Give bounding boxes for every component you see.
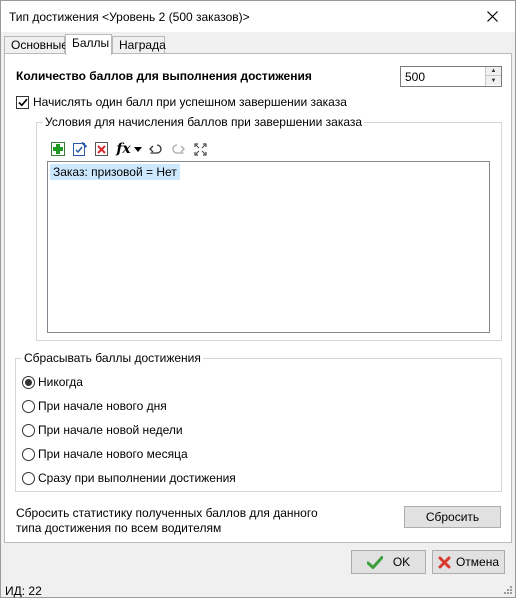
radio-button[interactable] (22, 447, 35, 461)
award-on-completion-label: Начислять один балл при успешном заверше… (33, 95, 347, 109)
radio-label: Сразу при выполнении достижения (38, 471, 236, 485)
redo-icon (172, 144, 185, 154)
tab-panel-points: Количество баллов для выполнения достиже… (4, 53, 512, 543)
conditions-toolbar: fx (47, 139, 211, 159)
reset-stats-button[interactable]: Сбросить (404, 506, 501, 528)
status-id: ИД: 22 (5, 584, 42, 598)
tab-label: Основные (11, 38, 68, 52)
window-title: Тип достижения <Уровень 2 (500 заказов)> (9, 10, 250, 24)
cancel-icon (438, 556, 451, 568)
radio-button[interactable] (22, 423, 35, 437)
expand-icon (193, 142, 207, 156)
tab-label: Награда (119, 38, 166, 52)
points-spinbox[interactable]: 500 ▲ ▼ (400, 66, 502, 87)
condition-item[interactable]: Заказ: призовой = Нет (50, 164, 180, 180)
delete-condition-button[interactable] (91, 139, 113, 159)
fx-menu-button[interactable]: fx (113, 139, 145, 159)
close-icon (486, 11, 498, 22)
checkmark-icon (17, 98, 28, 106)
spin-up-button[interactable]: ▲ (486, 67, 501, 76)
reset-stats-text: Сбросить статистику полученных баллов дл… (16, 506, 318, 535)
redo-button[interactable] (167, 139, 189, 159)
tab-label: Баллы (72, 36, 110, 50)
fx-label: fx (116, 141, 131, 157)
undo-icon (149, 144, 162, 154)
expand-button[interactable] (189, 139, 211, 159)
delete-icon (95, 142, 108, 156)
radio-selected-dot (25, 378, 32, 386)
radio-new-day[interactable]: При начале нового дня (22, 399, 167, 413)
conditions-caption: Условия для начисления баллов при заверш… (43, 115, 365, 129)
award-on-completion-row[interactable]: Начислять один балл при успешном заверше… (16, 95, 347, 109)
spin-down-button[interactable]: ▼ (486, 76, 501, 85)
points-value[interactable]: 500 (405, 70, 425, 84)
chevron-down-icon (133, 146, 142, 152)
cancel-button[interactable]: Отмена (432, 550, 505, 574)
add-condition-button[interactable] (47, 139, 69, 159)
conditions-list[interactable]: Заказ: призовой = Нет (47, 161, 490, 333)
reset-points-caption: Сбрасывать баллы достижения (22, 351, 203, 365)
spin-buttons: ▲ ▼ (485, 67, 501, 86)
radio-new-week[interactable]: При начале новой недели (22, 423, 183, 437)
edit-condition-button[interactable] (69, 139, 91, 159)
radio-button[interactable] (22, 399, 35, 413)
ok-label: OK (392, 555, 411, 569)
ok-button[interactable]: OK (351, 550, 426, 574)
tab-general[interactable]: Основные (4, 36, 68, 54)
tab-points[interactable]: Баллы (65, 34, 112, 55)
conditions-group: Условия для начисления баллов при заверш… (36, 115, 502, 341)
edit-icon (73, 142, 87, 156)
close-button[interactable] (469, 1, 515, 32)
radio-label: При начале нового дня (38, 399, 167, 413)
radio-on-completion[interactable]: Сразу при выполнении достижения (22, 471, 236, 485)
radio-never[interactable]: Никогда (22, 375, 83, 389)
radio-button[interactable] (22, 471, 35, 485)
resize-grip-icon[interactable] (503, 585, 513, 595)
title-bar: Тип достижения <Уровень 2 (500 заказов)> (1, 1, 515, 32)
award-on-completion-checkbox[interactable] (16, 95, 29, 109)
radio-label: При начале нового месяца (38, 447, 188, 461)
cancel-label: Отмена (455, 555, 500, 569)
points-required-label: Количество баллов для выполнения достиже… (16, 69, 312, 83)
reset-points-group: Сбрасывать баллы достижения Никогда При … (15, 351, 502, 492)
undo-button[interactable] (145, 139, 167, 159)
radio-new-month[interactable]: При начале нового месяца (22, 447, 188, 461)
tab-reward[interactable]: Награда (112, 36, 166, 54)
check-icon (366, 555, 383, 569)
dialog-window: Тип достижения <Уровень 2 (500 заказов)>… (0, 0, 516, 598)
add-icon (51, 142, 65, 156)
radio-label: Никогда (38, 375, 83, 389)
reset-stats-button-label: Сбросить (425, 510, 480, 524)
radio-label: При начале новой недели (38, 423, 183, 437)
radio-button[interactable] (22, 375, 35, 389)
